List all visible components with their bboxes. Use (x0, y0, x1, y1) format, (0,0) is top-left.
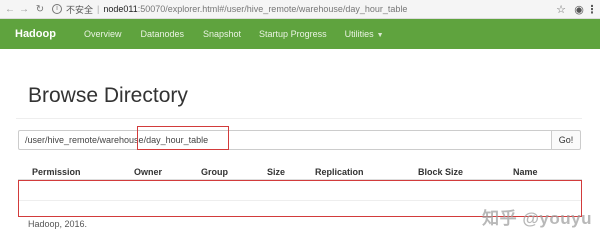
column-header-name[interactable]: Name (513, 167, 538, 177)
info-icon[interactable]: i (52, 4, 62, 14)
address-separator: | (97, 4, 100, 14)
column-header-permission[interactable]: Permission (32, 167, 81, 177)
main-navbar: Hadoop Overview Datanodes Snapshot Start… (0, 19, 600, 49)
column-header-size[interactable]: Size (267, 167, 285, 177)
star-icon[interactable]: ☆ (554, 3, 568, 16)
url-field[interactable]: node011:50070/explorer.html#/user/hive_r… (103, 4, 407, 14)
nav-startup-progress[interactable]: Startup Progress (259, 29, 327, 39)
nav-datanodes[interactable]: Datanodes (140, 29, 184, 39)
column-header-group[interactable]: Group (201, 167, 228, 177)
column-header-block-size[interactable]: Block Size (418, 167, 463, 177)
account-icon[interactable]: ◉ (572, 3, 586, 16)
watermark: 知乎 @youyu (482, 209, 592, 228)
column-header-owner[interactable]: Owner (134, 167, 162, 177)
nav-utilities-label: Utilities (344, 29, 374, 39)
nav-overview[interactable]: Overview (84, 29, 122, 39)
nav-utilities[interactable]: Utilities ▼ (345, 29, 384, 39)
path-highlight-box (137, 126, 229, 150)
title-divider (16, 118, 582, 119)
forward-icon[interactable]: → (17, 4, 31, 15)
browser-address-bar: ← → ↻ i 不安全 | node011:50070/explorer.htm… (0, 0, 600, 19)
column-header-replication[interactable]: Replication (315, 167, 364, 177)
url-host: node011 (103, 4, 138, 14)
caret-down-icon: ▼ (376, 32, 384, 39)
url-path: :50070/explorer.html#/user/hive_remote/w… (137, 4, 408, 14)
nav-snapshot[interactable]: Snapshot (203, 29, 241, 39)
menu-icon[interactable]: ⋮ (586, 3, 598, 16)
page-title: Browse Directory (28, 84, 188, 107)
brand-link[interactable]: Hadoop (15, 28, 56, 40)
security-indicator[interactable]: 不安全 (66, 3, 93, 16)
directory-path-input[interactable]: /user/hive_remote/warehouse/day_hour_tab… (18, 130, 552, 150)
footer-text: Hadoop, 2016. (28, 219, 88, 229)
reload-icon[interactable]: ↻ (33, 4, 47, 15)
back-icon[interactable]: ← (3, 4, 17, 15)
go-button[interactable]: Go! (551, 130, 581, 150)
